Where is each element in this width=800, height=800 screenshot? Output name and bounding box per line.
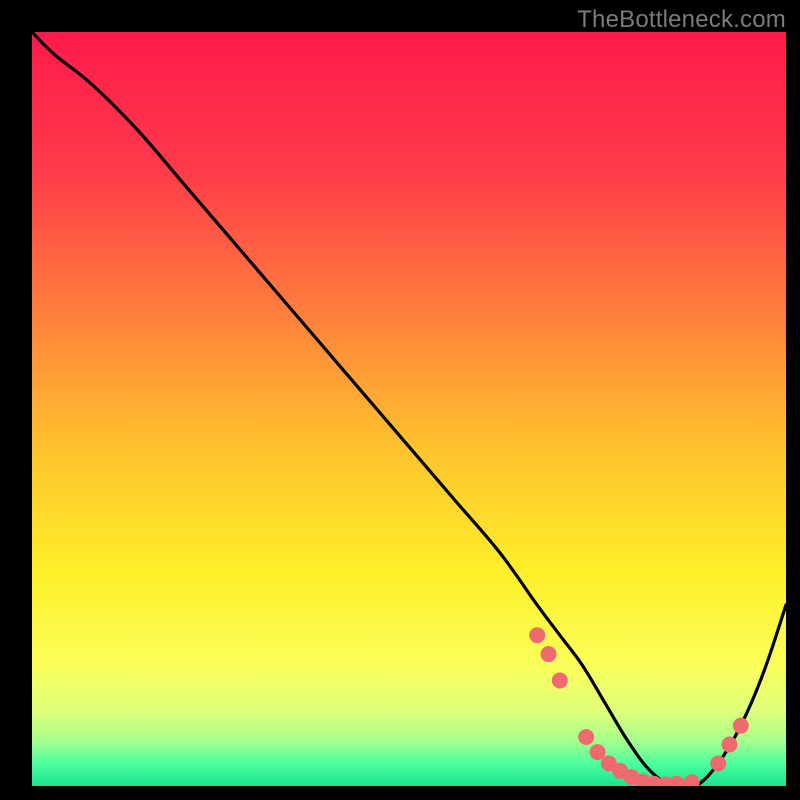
marker-dot <box>721 737 737 753</box>
marker-dot <box>684 774 700 790</box>
marker-dot <box>578 729 594 745</box>
marker-dot <box>733 718 749 734</box>
marker-dot <box>710 755 726 771</box>
marker-dot <box>669 776 685 792</box>
chart-frame: TheBottleneck.com <box>0 0 800 800</box>
marker-dot <box>540 646 556 662</box>
marker-dot <box>590 744 606 760</box>
marker-dot <box>552 672 568 688</box>
chart-svg <box>0 0 800 800</box>
marker-dot <box>529 627 545 643</box>
gradient-background <box>32 32 786 786</box>
attribution-text: TheBottleneck.com <box>577 6 786 34</box>
